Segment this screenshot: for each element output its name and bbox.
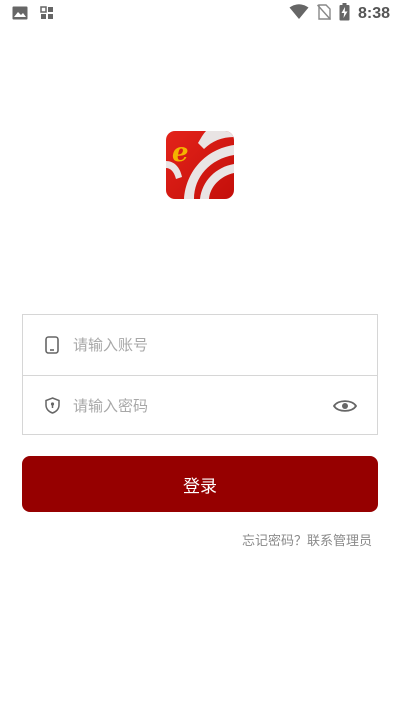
status-right: 8:38 (281, 3, 390, 25)
app-logo-e-icon: e (166, 131, 234, 199)
status-time: 8:38 (357, 5, 390, 22)
no-sim-icon (316, 4, 331, 24)
shield-lock-icon (43, 397, 61, 415)
login-form (22, 314, 378, 435)
forgot-password-link[interactable]: 忘记密码？联系管理员 (242, 530, 372, 549)
account-input[interactable] (73, 330, 313, 360)
logo-letter: e (172, 138, 189, 168)
password-row (23, 375, 377, 435)
login-button[interactable]: 登录 (22, 456, 378, 512)
account-row (23, 315, 377, 375)
image-icon (12, 5, 28, 24)
wifi-icon (289, 4, 309, 24)
eye-icon[interactable] (333, 394, 357, 418)
password-input[interactable] (73, 390, 313, 421)
battery-charging-icon (339, 3, 350, 25)
apps-grid-icon (40, 5, 54, 24)
status-bar: 8:38 (0, 0, 400, 28)
phone-icon (43, 336, 61, 354)
status-left (12, 5, 66, 24)
